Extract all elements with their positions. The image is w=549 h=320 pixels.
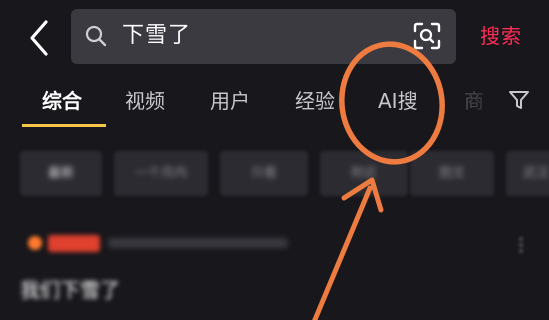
tab-comprehensive[interactable]: 综合 <box>42 87 82 115</box>
search-results-screen: 下雪了 搜索 综合 视频 用户 经验 AI搜 商 最新 一个月内 只看 附近 图… <box>0 0 549 320</box>
result-title[interactable]: 我们下雪了 <box>20 276 120 304</box>
search-input[interactable]: 下雪了 <box>71 9 456 64</box>
avatar[interactable] <box>28 236 42 250</box>
more-icon[interactable] <box>518 236 524 254</box>
chip-label: 一个月内 <box>134 166 187 181</box>
chip-label: 图文 <box>438 166 465 181</box>
result-meta <box>108 238 288 248</box>
filter-chip[interactable]: 最新 <box>20 151 102 196</box>
search-icon <box>85 25 107 47</box>
filter-chip[interactable]: 附近 <box>320 151 408 196</box>
filter-chip[interactable]: 武汉 <box>506 151 549 196</box>
tab-ai-search[interactable]: AI搜 <box>378 87 418 115</box>
tab-video[interactable]: 视频 <box>125 87 165 115</box>
chip-label: 附近 <box>350 166 377 181</box>
chip-label: 武汉 <box>522 166 549 181</box>
search-button[interactable]: 搜索 <box>480 20 522 52</box>
tab-users[interactable]: 用户 <box>210 87 250 115</box>
search-query-text: 下雪了 <box>122 23 192 48</box>
tab-shop[interactable]: 商 <box>464 87 484 115</box>
chip-label: 只看 <box>250 166 277 181</box>
tab-experience[interactable]: 经验 <box>295 87 335 115</box>
filter-chip[interactable]: 图文 <box>410 151 494 196</box>
chevron-left-icon <box>30 20 48 56</box>
annotation-arrow-shaft <box>312 185 373 320</box>
scan-icon[interactable] <box>412 21 442 51</box>
filter-chip[interactable]: 一个月内 <box>114 151 208 196</box>
user-badge <box>48 235 100 252</box>
back-button[interactable] <box>22 18 56 58</box>
chip-label: 最新 <box>47 166 74 181</box>
filter-chip[interactable]: 只看 <box>220 151 308 196</box>
filter-icon[interactable] <box>507 88 531 112</box>
active-tab-indicator <box>22 124 106 127</box>
